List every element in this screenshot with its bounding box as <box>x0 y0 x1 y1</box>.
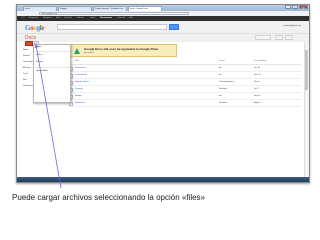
pointer-arrow-icon <box>34 43 62 189</box>
caption-text: Puede cargar archivos seleccionando la o… <box>12 193 206 202</box>
